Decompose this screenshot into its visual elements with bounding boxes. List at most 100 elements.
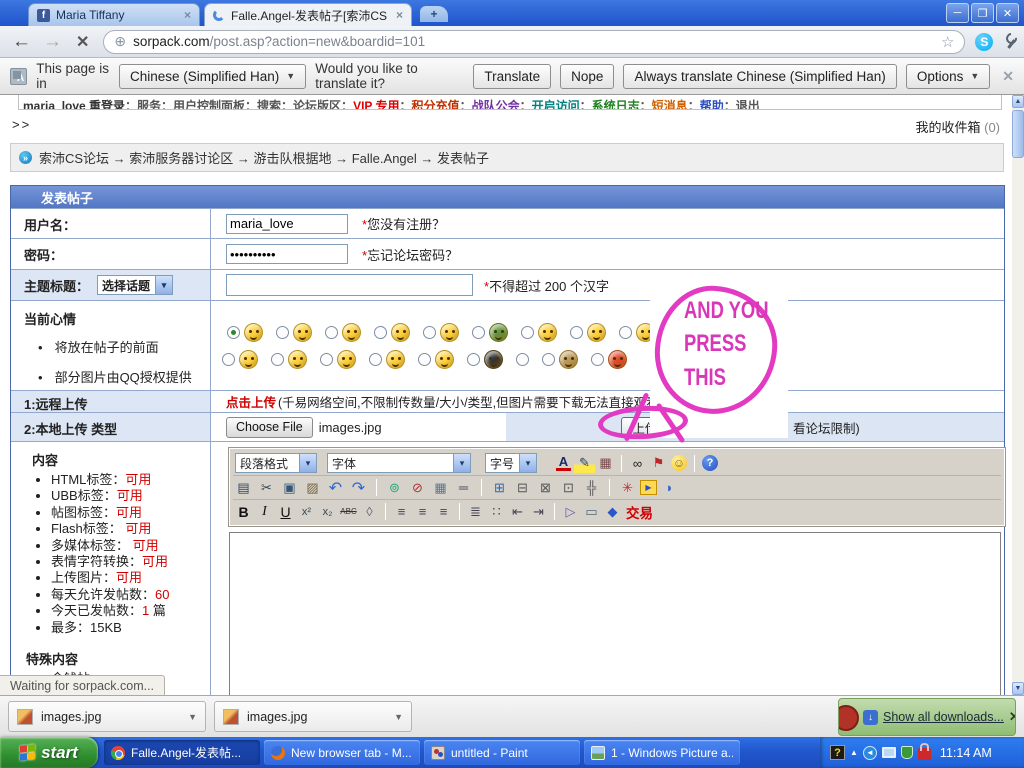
font-color-icon[interactable]: A: [556, 455, 571, 471]
close-button[interactable]: ✕: [996, 3, 1019, 23]
comment-icon[interactable]: ◗: [659, 478, 680, 497]
always-translate-button[interactable]: Always translate Chinese (Simplified Han…: [623, 64, 896, 89]
show-all-downloads-link[interactable]: Show all downloads...: [883, 710, 1004, 724]
scrollbar-thumb[interactable]: [1012, 110, 1024, 158]
forum-nav-link[interactable]: 短消息: [652, 99, 688, 110]
username-hint[interactable]: *您没有注册？: [362, 214, 445, 233]
editor-text-area[interactable]: [229, 532, 1001, 695]
forum-nav-link[interactable]: ：: [640, 99, 652, 110]
tab-close-icon[interactable]: ×: [184, 8, 191, 22]
undo-icon[interactable]: ↶: [325, 478, 346, 497]
superscript-icon[interactable]: x²: [296, 502, 317, 521]
page-scrollbar[interactable]: ▲ ▼: [1012, 95, 1024, 695]
forum-nav-link[interactable]: 开启访问: [532, 99, 580, 110]
emoticon-radio[interactable]: [271, 353, 284, 366]
forum-nav-link[interactable]: ：: [688, 99, 700, 110]
emoticon-option-plain[interactable]: [516, 353, 529, 366]
align-left-icon[interactable]: ≡: [391, 502, 412, 521]
emoticon-option-smile[interactable]: [227, 323, 263, 342]
emoticon-radio[interactable]: [570, 326, 583, 339]
taskbar-item-browser[interactable]: Falle.Angel-发表帖...: [104, 740, 260, 765]
download-item[interactable]: images.jpg ▼: [8, 701, 206, 732]
breadcrumb-text[interactable]: 索沛CS论坛 → 索沛服务器讨论区 → 游击队根据地 → Falle.Angel…: [39, 148, 489, 167]
font-size-select[interactable]: 字号: [485, 453, 537, 473]
emoticon-option-thinking[interactable]: [222, 350, 258, 369]
emoticon-radio[interactable]: [227, 326, 240, 339]
password-input[interactable]: [226, 244, 348, 264]
lock-tray-icon[interactable]: [918, 748, 931, 760]
emoticon-radio[interactable]: [320, 353, 333, 366]
image-icon[interactable]: ▦: [430, 478, 451, 497]
insert-page-icon[interactable]: ▷: [560, 502, 581, 521]
emoticon-radio[interactable]: [472, 326, 485, 339]
emoticon-option-soldier[interactable]: [472, 323, 508, 342]
emoticon-radio[interactable]: [521, 326, 534, 339]
emoticon-radio[interactable]: [423, 326, 436, 339]
wrench-menu-icon[interactable]: [1002, 33, 1020, 51]
eraser-icon[interactable]: ◊: [359, 502, 380, 521]
italic-icon[interactable]: I: [254, 502, 275, 521]
paragraph-format-select[interactable]: 段落格式: [235, 453, 317, 473]
chevron-down-icon[interactable]: ▼: [188, 712, 197, 722]
emoticon-radio[interactable]: [467, 353, 480, 366]
language-dropdown[interactable]: Chinese (Simplified Han)▼: [119, 64, 306, 89]
trade-shield-icon[interactable]: ◆: [602, 502, 623, 521]
bookmark-star-icon[interactable]: ☆: [941, 33, 954, 51]
options-dropdown[interactable]: Options▼: [906, 64, 990, 89]
username-input[interactable]: [226, 214, 348, 234]
new-document-icon[interactable]: ▤: [233, 478, 254, 497]
emoticon-option-smirk[interactable]: [418, 350, 454, 369]
new-tab-button[interactable]: +: [420, 6, 448, 22]
ordered-list-icon[interactable]: ≣: [465, 502, 486, 521]
hide-icons-arrow-icon[interactable]: ▲: [850, 748, 858, 757]
strikethrough-icon[interactable]: ABC: [338, 502, 359, 521]
forum-nav-link[interactable]: ：: [724, 99, 736, 110]
forum-nav-link[interactable]: VIP 专用: [353, 99, 399, 110]
choose-file-button[interactable]: Choose File: [226, 417, 313, 438]
browser-tab-maria-tiffany[interactable]: f Maria Tiffany ×: [28, 3, 200, 26]
forum-nav-link[interactable]: ：: [520, 99, 532, 110]
chevron-down-icon[interactable]: ▼: [394, 712, 403, 722]
taskbar-item-firefox[interactable]: New browser tab - M...: [264, 740, 420, 765]
forum-nav-link[interactable]: 战队公会: [472, 99, 520, 110]
emoticon-option-pout[interactable]: [271, 350, 307, 369]
nope-button[interactable]: Nope: [560, 64, 614, 89]
emoticon-radio[interactable]: [619, 326, 632, 339]
table-icon[interactable]: ⊞: [489, 478, 510, 497]
indent-icon[interactable]: ⇥: [528, 502, 549, 521]
emoticon-radio[interactable]: [591, 353, 604, 366]
emoticon-radio[interactable]: [418, 353, 431, 366]
redo-icon[interactable]: ↷: [348, 478, 369, 497]
cut-icon[interactable]: ✂: [256, 478, 277, 497]
align-right-icon[interactable]: ≡: [433, 502, 454, 521]
forum-nav-link[interactable]: 退出: [736, 99, 760, 110]
emoticon-option-heart-eyes[interactable]: [374, 323, 410, 342]
emoticon-option-wailing[interactable]: [369, 350, 405, 369]
link-icon[interactable]: ⊚: [384, 478, 405, 497]
emoticon-radio[interactable]: [542, 353, 555, 366]
forum-nav-link[interactable]: ：服务：用户控制面板：搜索：论坛版区：: [125, 99, 353, 110]
forum-nav-link[interactable]: ：: [460, 99, 472, 110]
downloads-bar-close-icon[interactable]: ✕: [1009, 709, 1016, 725]
display-tray-icon[interactable]: [882, 747, 896, 758]
forum-nav-link[interactable]: ：: [580, 99, 592, 110]
object-icon[interactable]: ▦: [595, 454, 616, 473]
underline-icon[interactable]: U: [275, 502, 296, 521]
paste-icon[interactable]: ▨: [302, 478, 323, 497]
skype-extension-icon[interactable]: S: [975, 33, 993, 51]
merge-cell-icon[interactable]: ⊡: [558, 478, 579, 497]
scroll-down-icon[interactable]: ▼: [1012, 682, 1024, 695]
emoticon-option-crying[interactable]: [320, 350, 356, 369]
download-item[interactable]: images.jpg ▼: [214, 701, 412, 732]
emoticon-radio[interactable]: [374, 326, 387, 339]
copy-icon[interactable]: ▣: [279, 478, 300, 497]
emoticon-radio[interactable]: [516, 353, 529, 366]
restore-button[interactable]: ❐: [971, 3, 994, 23]
font-select[interactable]: 字体: [327, 453, 471, 473]
emoticon-option-wink[interactable]: [423, 323, 459, 342]
media-icon[interactable]: ▶: [640, 480, 657, 495]
emoticon-radio[interactable]: [276, 326, 289, 339]
browser-tab-falle-angel[interactable]: Falle.Angel-发表帖子[索沛CS ×: [204, 3, 412, 26]
inbox-link[interactable]: 我的收件箱 (0): [915, 117, 1000, 136]
split-cell-icon[interactable]: ╬: [581, 478, 602, 497]
